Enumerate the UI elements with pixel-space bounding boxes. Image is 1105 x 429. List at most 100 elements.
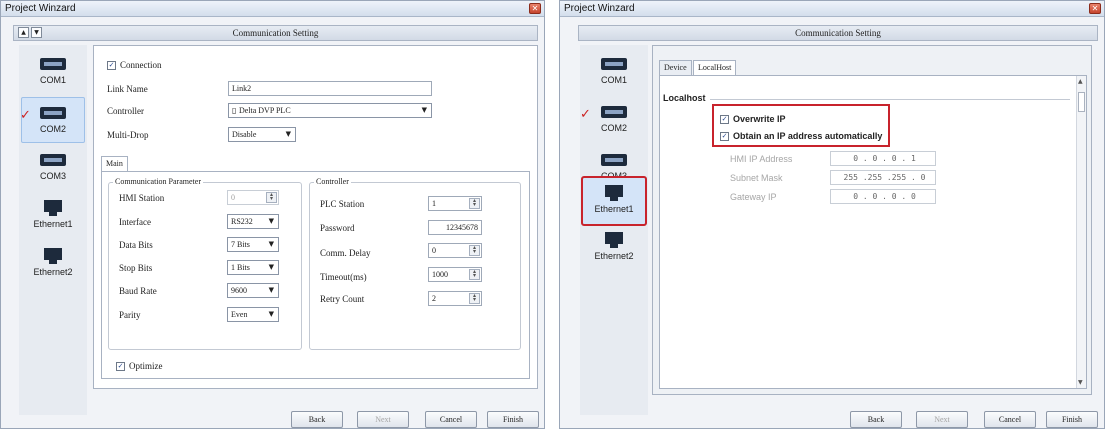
main-tab-panel: Communication Parameter HMI Station 0 ▴ ▾… (101, 171, 530, 379)
ethernet-port-icon (605, 185, 623, 201)
ethernet-port-icon (605, 232, 623, 248)
selected-check-icon: ✓ (580, 107, 591, 122)
vertical-scrollbar[interactable]: ▲ ▼ (1076, 76, 1086, 388)
project-wizard-window-left: Project Winzard ✕ ▲ ▼ Communication Sett… (0, 0, 545, 429)
subnet-mask-label: Subnet Mask (730, 173, 783, 183)
header-title: Communication Setting (795, 28, 881, 38)
link-name-label: Link Name (107, 84, 148, 94)
sidebar-item-label: COM2 (39, 124, 66, 134)
localhost-tab-panel: Localhost ✓ Overwrite IP ✓ Obtain an IP … (659, 75, 1087, 389)
sidebar-item-ethernet2[interactable]: Ethernet2 (21, 241, 85, 287)
parity-label: Parity (119, 310, 141, 320)
nav-up-icon[interactable]: ▲ (18, 27, 29, 38)
stop-bits-select[interactable]: 1 Bits ▼ (227, 260, 279, 275)
tab-localhost[interactable]: LocalHost (693, 60, 737, 75)
multidrop-label: Multi-Drop (107, 130, 149, 140)
interface-value: RS232 (231, 217, 253, 226)
close-icon[interactable]: ✕ (1089, 3, 1101, 14)
baud-rate-select[interactable]: 9600 ▼ (227, 283, 279, 298)
sidebar-item-label: Ethernet2 (33, 267, 73, 277)
sidebar-item-com1[interactable]: COM1 (582, 49, 646, 95)
sidebar-item-label: Ethernet2 (594, 251, 634, 261)
data-bits-select[interactable]: 7 Bits ▼ (227, 237, 279, 252)
controller-select[interactable]: ▯ Delta DVP PLC ▼ (228, 103, 432, 118)
spin-icon[interactable]: ▴ ▾ (469, 245, 480, 256)
plc-station-value: 1 (432, 199, 436, 208)
data-bits-value: 7 Bits (231, 240, 250, 249)
back-button[interactable]: Back (291, 411, 343, 428)
project-wizard-window-right: Project Winzard ✕ Communication Setting … (559, 0, 1105, 429)
finish-button[interactable]: Finish (487, 411, 539, 428)
finish-button[interactable]: Finish (1046, 411, 1098, 428)
spin-icon[interactable]: ▴ ▾ (469, 269, 480, 280)
comm-delay-value: 0 (432, 246, 436, 255)
sidebar-item-ethernet2[interactable]: Ethernet2 (582, 225, 646, 271)
stop-bits-value: 1 Bits (231, 263, 250, 272)
localhost-section-title: Localhost (663, 93, 706, 103)
optimize-checkbox[interactable]: ✓ (116, 362, 125, 371)
scroll-down-icon[interactable]: ▼ (1078, 379, 1083, 386)
spin-icon[interactable]: ▴ ▾ (266, 192, 277, 203)
spin-icon[interactable]: ▴ ▾ (469, 293, 480, 304)
com-settings-panel: ✓ Connection Link Name Link2 Controller … (93, 45, 538, 389)
sidebar-item-com1[interactable]: COM1 (21, 49, 85, 95)
serial-port-icon (40, 107, 66, 119)
multidrop-select[interactable]: Disable ▼ (228, 127, 296, 142)
sidebar-item-label: Ethernet1 (33, 219, 73, 229)
hmi-ip-input[interactable]: 0 . 0 . 0 . 1 (830, 151, 936, 166)
communication-setting-header: Communication Setting (578, 25, 1098, 41)
interface-select[interactable]: RS232 ▼ (227, 214, 279, 229)
comm-delay-label: Comm. Delay (320, 248, 371, 258)
spin-icon[interactable]: ▴ ▾ (469, 198, 480, 209)
serial-port-icon (601, 58, 627, 70)
tab-device[interactable]: Device (659, 60, 692, 75)
retry-count-spinner[interactable]: 2 ▴ ▾ (428, 291, 482, 306)
password-input[interactable]: 12345678 (428, 220, 482, 235)
back-button[interactable]: Back (850, 411, 902, 428)
controller-value: Delta DVP PLC (238, 106, 291, 115)
scroll-up-icon[interactable]: ▲ (1078, 78, 1083, 85)
title-bar: Project Winzard ✕ (1, 1, 544, 17)
plc-icon: ▯ (232, 106, 239, 115)
timeout-spinner[interactable]: 1000 ▴ ▾ (428, 267, 482, 282)
interface-label: Interface (119, 217, 151, 227)
title-bar: Project Winzard ✕ (560, 1, 1104, 17)
nav-down-icon[interactable]: ▼ (31, 27, 42, 38)
sidebar-item-ethernet1[interactable]: Ethernet1 (21, 193, 85, 239)
parity-select[interactable]: Even ▼ (227, 307, 279, 322)
gateway-ip-input[interactable]: 0 . 0 . 0 . 0 (830, 189, 936, 204)
serial-port-icon (40, 154, 66, 166)
scrollbar-thumb[interactable] (1078, 92, 1085, 112)
timeout-label: Timeout(ms) (320, 272, 367, 282)
cancel-button[interactable]: Cancel (984, 411, 1036, 428)
stop-bits-label: Stop Bits (119, 263, 153, 273)
close-icon[interactable]: ✕ (529, 3, 541, 14)
chevron-down-icon: ▼ (285, 130, 291, 138)
group-title: Controller (314, 177, 351, 186)
communication-setting-header: ▲ ▼ Communication Setting (13, 25, 538, 41)
window-title: Project Winzard (5, 3, 76, 14)
comm-delay-spinner[interactable]: 0 ▴ ▾ (428, 243, 482, 258)
sidebar-item-com3[interactable]: COM3 (21, 145, 85, 191)
port-sidebar: COM1 ✓ COM2 COM3 Ethernet1 Ethernet2 (19, 45, 87, 415)
connection-checkbox[interactable]: ✓ (107, 61, 116, 70)
optimize-label: Optimize (129, 361, 163, 371)
window-title: Project Winzard (564, 3, 635, 14)
sidebar-item-com2[interactable]: ✓ COM2 (20, 97, 85, 143)
parity-value: Even (231, 310, 248, 319)
tab-main[interactable]: Main (101, 156, 128, 171)
sidebar-item-label: COM2 (600, 123, 627, 133)
next-button[interactable]: Next (357, 411, 409, 428)
next-button[interactable]: Next (916, 411, 968, 428)
sidebar-item-com2[interactable]: ✓ COM2 (580, 97, 646, 143)
connection-label: Connection (120, 60, 162, 70)
chevron-down-icon: ▼ (268, 240, 274, 248)
cancel-button[interactable]: Cancel (425, 411, 477, 428)
password-label: Password (320, 223, 355, 233)
retry-count-value: 2 (432, 294, 436, 303)
subnet-mask-input[interactable]: 255 .255 .255 . 0 (830, 170, 936, 185)
hmi-station-spinner[interactable]: 0 ▴ ▾ (227, 190, 279, 205)
sidebar-item-ethernet1[interactable]: Ethernet1 (581, 176, 647, 226)
plc-station-spinner[interactable]: 1 ▴ ▾ (428, 196, 482, 211)
link-name-input[interactable]: Link2 (228, 81, 432, 96)
